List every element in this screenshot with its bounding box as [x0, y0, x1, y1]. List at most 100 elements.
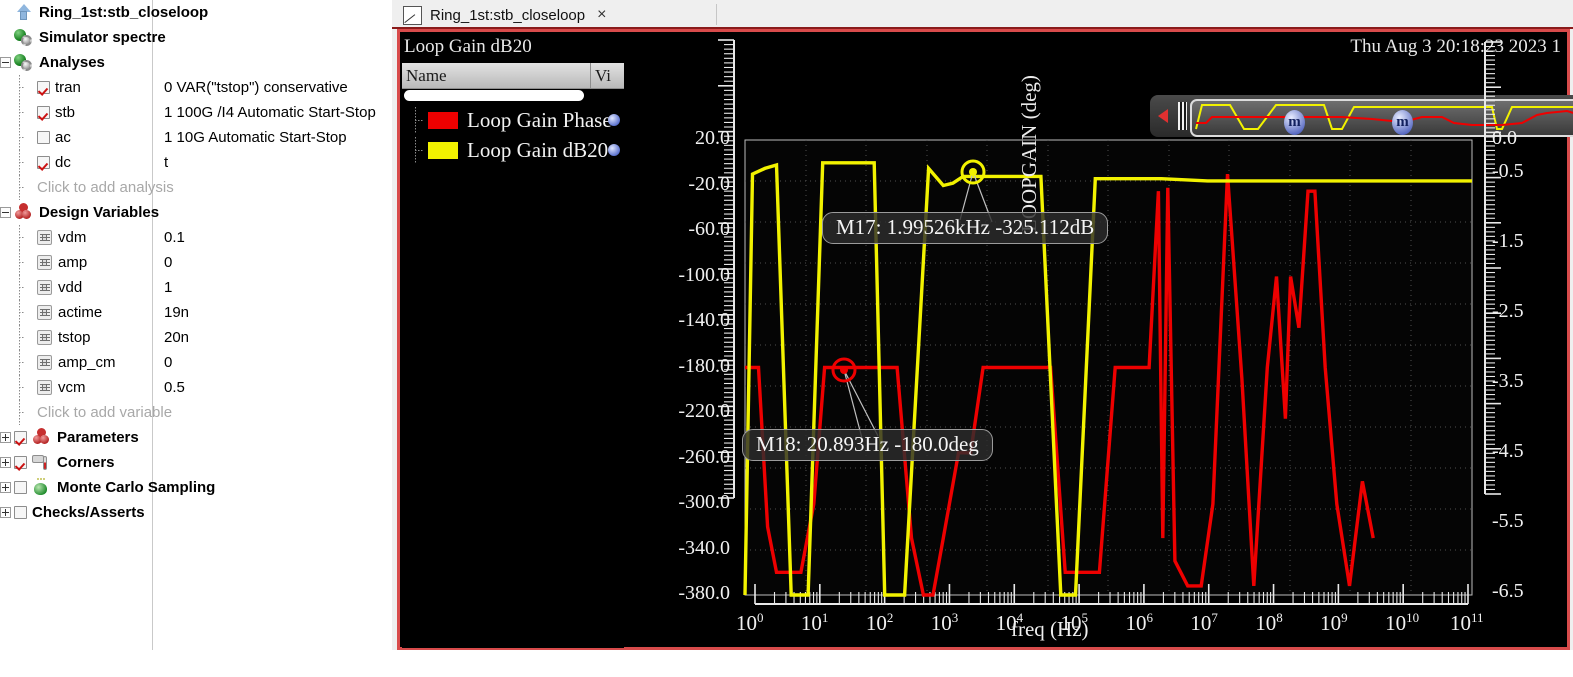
collapse-icon[interactable] [0, 207, 11, 218]
checkbox-unchecked[interactable] [14, 506, 27, 519]
variable-icon [37, 255, 52, 270]
graph-window[interactable]: Loop Gain dB20 Thu Aug 3 20:18:23 2023 1… [397, 29, 1573, 653]
tree-connector [14, 175, 25, 200]
tree-row[interactable]: amp 0 [0, 250, 392, 275]
variable-icon [37, 280, 52, 295]
x-tick-exponent: 9 [1341, 610, 1348, 625]
x-tick-label: 1011 [1450, 610, 1484, 636]
tree-connector [14, 75, 25, 100]
tree-row[interactable]: amp_cm 0 [0, 350, 392, 375]
tree-item-label: Corners [57, 454, 115, 471]
tree-connector [14, 225, 25, 250]
checkbox-checked[interactable] [37, 106, 50, 119]
simulator-icon [14, 28, 33, 47]
tree-row[interactable]: Analyses [0, 50, 392, 75]
bottom-axis-tick-labels: 100 101 102 103 104 105 106 107 108 109 1010 1011 [400, 32, 1573, 653]
x-tick-label: 1010 [1385, 610, 1419, 636]
x-tick-label: 102 [866, 610, 894, 636]
x-tick-mantissa: 10 [1385, 611, 1407, 635]
tree-connector [14, 300, 25, 325]
tree-row[interactable]: vcm 0.5 [0, 375, 392, 400]
tree-connector [14, 400, 25, 425]
tab-ring1st-stb-closeloop[interactable]: Ring_1st:stb_closeloop × [395, 1, 614, 29]
tree-row[interactable]: Simulator spectre [0, 25, 392, 50]
tree-row[interactable]: Checks/Asserts [0, 500, 392, 525]
x-tick-label: 101 [801, 610, 829, 636]
parameters-icon [32, 428, 51, 447]
x-tick-label: 103 [931, 610, 959, 636]
design-variables-icon [14, 203, 33, 222]
tree-connector [14, 250, 25, 275]
tree-item-label: Simulator spectre [39, 29, 166, 46]
tree-rows: Ring_1st:stb_closeloop Simulator spectre A… [0, 0, 392, 525]
x-tick-mantissa: 10 [800, 611, 822, 635]
tree-item-label: tran [55, 79, 81, 96]
tree-item-label: Click to add analysis [37, 179, 174, 196]
x-tick-exponent: 11 [1471, 610, 1484, 625]
variable-icon [37, 355, 52, 370]
x-tick-mantissa: 10 [930, 611, 952, 635]
expand-icon[interactable] [0, 507, 11, 518]
expand-icon[interactable] [0, 482, 11, 493]
x-tick-exponent: 5 [1081, 610, 1089, 625]
tree-item-label: Parameters [57, 429, 139, 446]
tree-row[interactable]: Click to add variable [0, 400, 392, 425]
tree-row[interactable]: Parameters [0, 425, 392, 450]
tree-row[interactable]: Ring_1st:stb_closeloop [0, 0, 392, 25]
tree-item-value: 0.1 [164, 229, 185, 246]
tree-row[interactable]: tran 0 VAR("tstop") conservative [0, 75, 392, 100]
tree-connector [14, 125, 25, 150]
tree-row[interactable]: Design Variables [0, 200, 392, 225]
tree-item-label: vdm [58, 229, 87, 246]
marker-label-m18[interactable]: M18: 20.893Hz -180.0deg [742, 429, 993, 461]
checkbox-checked[interactable] [37, 81, 50, 94]
tree-row[interactable]: tstop 20n [0, 325, 392, 350]
close-icon[interactable]: × [597, 6, 606, 24]
tree-row[interactable]: Click to add analysis [0, 175, 392, 200]
x-tick-exponent: 0 [757, 610, 764, 625]
blue-up-arrow-icon [14, 3, 33, 22]
monte-carlo-icon [32, 478, 51, 497]
x-tick-exponent: 4 [1016, 610, 1024, 625]
tree-row[interactable]: Corners [0, 450, 392, 475]
tree-row[interactable]: dc t [0, 150, 392, 175]
setup-tree-panel[interactable]: Ring_1st:stb_closeloop Simulator spectre A… [0, 0, 392, 650]
tree-row[interactable]: Monte Carlo Sampling [0, 475, 392, 500]
x-tick-exponent: 1 [821, 610, 829, 625]
tree-item-label: Click to add variable [37, 404, 173, 421]
checkbox-checked[interactable] [14, 456, 27, 469]
tree-item-label: Checks/Asserts [32, 504, 145, 521]
checkbox-checked[interactable] [14, 431, 27, 444]
tree-row[interactable]: ac 1 10G Automatic Start-Stop [0, 125, 392, 150]
corners-icon [32, 453, 51, 472]
tree-item-value: 20n [164, 329, 190, 346]
tree-item-label: ac [55, 129, 71, 146]
x-tick-mantissa: 10 [1450, 611, 1471, 635]
variable-icon [37, 380, 52, 395]
x-tick-label: 108 [1255, 610, 1283, 636]
tree-item-value: 0 [164, 254, 173, 271]
tree-item-label: Analyses [39, 54, 105, 71]
x-tick-label: 109 [1320, 610, 1348, 636]
tree-row[interactable]: stb 1 100G /I4 Automatic Start-Stop [0, 100, 392, 125]
checkbox-checked[interactable] [37, 156, 50, 169]
tree-row[interactable]: vdm 0.1 [0, 225, 392, 250]
x-tick-label: 106 [1125, 610, 1153, 636]
checkbox-unchecked[interactable] [14, 481, 27, 494]
x-tick-mantissa: 10 [1060, 611, 1082, 635]
expand-icon[interactable] [0, 457, 11, 468]
tree-item-label: amp_cm [58, 354, 116, 371]
expand-icon[interactable] [0, 432, 11, 443]
tree-row[interactable]: actime 19n [0, 300, 392, 325]
tree-item-label: stb [55, 104, 76, 121]
tree-connector [14, 325, 25, 350]
collapse-icon[interactable] [0, 57, 11, 68]
tree-connector [14, 100, 25, 125]
tree-item-value: 0.5 [164, 379, 185, 396]
tree-item-label: vcm [58, 379, 86, 396]
checkbox-unchecked[interactable] [37, 131, 50, 144]
variable-icon [37, 330, 52, 345]
tree-item-value: t [164, 154, 169, 171]
tree-row[interactable]: vdd 1 [0, 275, 392, 300]
marker-label-m17[interactable]: M17: 1.99526kHz -325.112dB [822, 212, 1109, 244]
